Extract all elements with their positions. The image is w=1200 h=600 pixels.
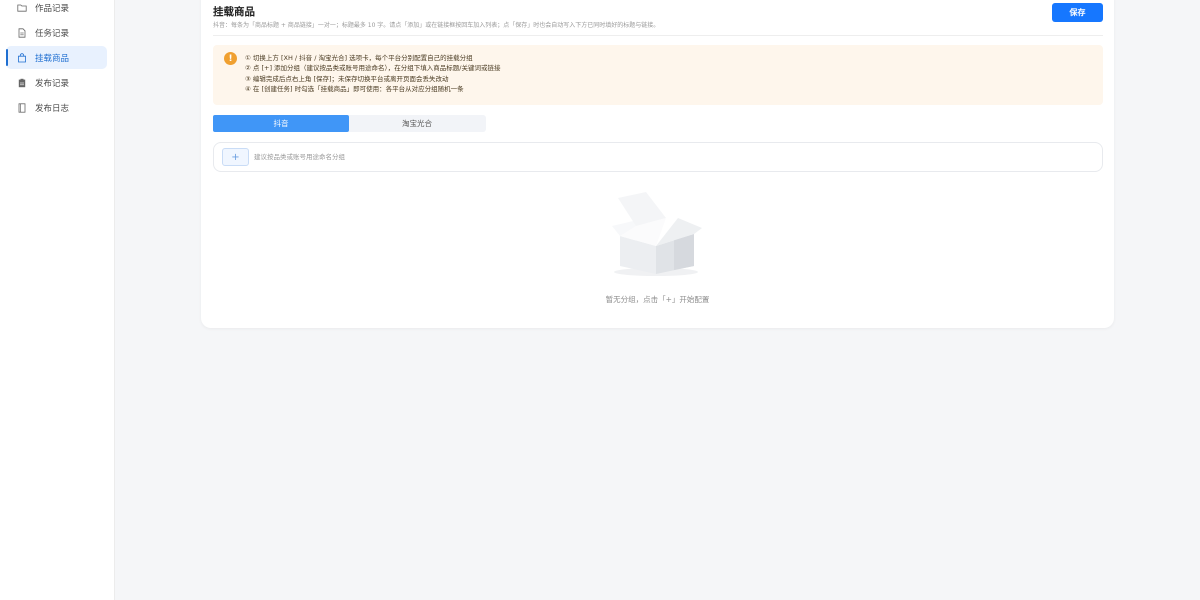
- sidebar-item-products[interactable]: 挂载商品: [6, 46, 107, 69]
- sidebar-item-tasks[interactable]: 任务记录: [6, 21, 107, 44]
- header-divider: [213, 35, 1103, 36]
- products-card: 挂载商品 抖音：每条为「商品标题 + 商品链接」一对一；标题最多 10 字。请点…: [201, 0, 1114, 328]
- sidebar-item-label: 挂载商品: [35, 53, 70, 64]
- sidebar-item-publish-records[interactable]: 发布记录: [6, 71, 107, 94]
- folder-icon: [17, 3, 27, 13]
- add-group-button[interactable]: +: [222, 148, 249, 166]
- tab-douyin[interactable]: 抖音: [213, 115, 349, 132]
- shopping-bag-icon: [17, 52, 27, 63]
- log-book-icon: [17, 102, 27, 113]
- page-subtitle: 抖音：每条为「商品标题 + 商品链接」一对一；标题最多 10 字。请点「添加」或…: [213, 22, 660, 29]
- platform-tabs: 抖音 淘宝光合: [213, 115, 486, 132]
- tips-list: ① 切换上方 [XH / 抖音 / 淘宝光合] 选项卡，每个平台分别配置自己的挂…: [245, 53, 500, 95]
- tip-line: ④ 在 [创建任务] 时勾选「挂载商品」即可使用：各平台从对应分组随机一条: [245, 85, 464, 94]
- sidebar-item-label: 作品记录: [35, 3, 70, 14]
- page-title: 挂载商品: [213, 6, 255, 18]
- add-group-row: +: [213, 142, 1103, 172]
- sidebar-item-label: 发布日志: [35, 103, 70, 114]
- sidebar-item-works[interactable]: 作品记录: [6, 0, 107, 19]
- sidebar-item-publish-log[interactable]: 发布日志: [6, 96, 107, 119]
- tab-taobao-guanghe[interactable]: 淘宝光合: [349, 115, 485, 132]
- sidebar-item-label: 发布记录: [35, 78, 70, 89]
- tip-line: ③ 编辑完成后点右上角 [保存]；未保存切换平台或离开页面会丢失改动: [245, 74, 449, 83]
- group-name-input[interactable]: [254, 148, 554, 166]
- tip-line: ② 点 [+] 添加分组（建议按品类或账号用途命名），在分组下填入商品标题/关键…: [245, 64, 501, 73]
- clipboard-icon: [17, 78, 27, 88]
- warning-icon: !: [224, 52, 237, 65]
- tip-line: ① 切换上方 [XH / 抖音 / 淘宝光合] 选项卡，每个平台分别配置自己的挂…: [245, 54, 473, 62]
- sidebar: 作品记录 任务记录 挂载商品 发布记录 发布日志: [0, 0, 115, 600]
- empty-box-icon: [606, 188, 706, 280]
- save-button[interactable]: 保存: [1052, 3, 1103, 22]
- sidebar-item-label: 任务记录: [35, 28, 70, 39]
- tips-panel: ! ① 切换上方 [XH / 抖音 / 淘宝光合] 选项卡，每个平台分别配置自己…: [213, 45, 1103, 105]
- document-icon: [17, 27, 27, 38]
- empty-state-text: 暂无分组，点击「+」开始配置: [605, 295, 710, 304]
